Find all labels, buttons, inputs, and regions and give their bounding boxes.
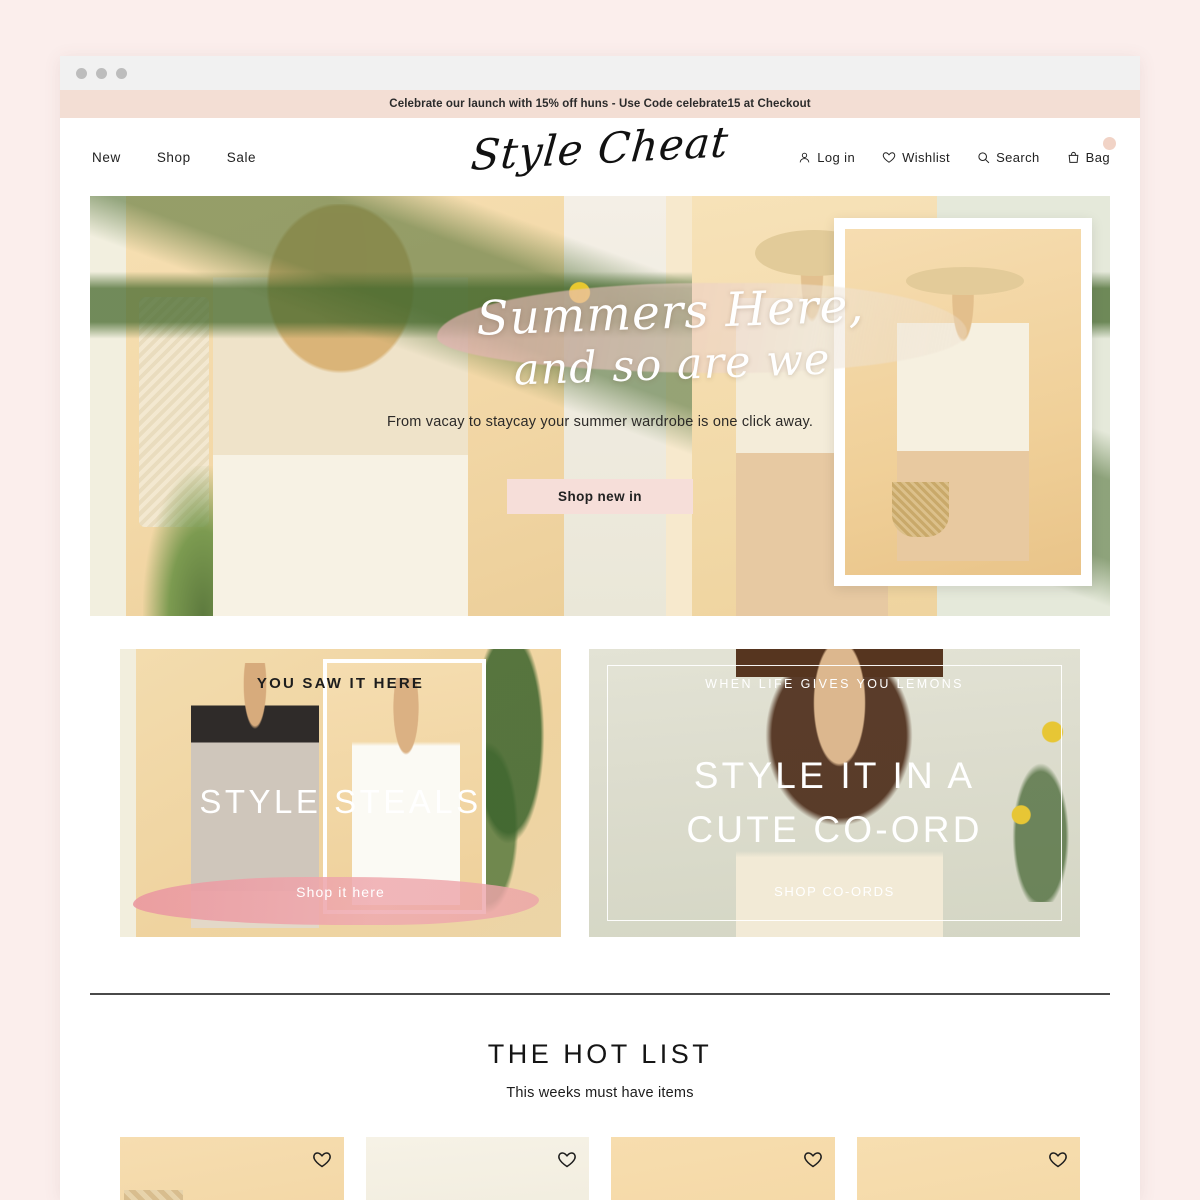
bag-link[interactable]: Bag [1067,136,1116,165]
product-card[interactable] [856,1137,1080,1200]
heart-icon[interactable] [803,1149,823,1169]
promo-section: YOU SAW IT HERE STYLE STEALS Shop it her… [120,649,1110,937]
product-card[interactable] [611,1137,835,1200]
search-icon [977,151,990,164]
utility-nav: Log in Wishlist Search Bag [798,136,1116,165]
wishlist-link[interactable]: Wishlist [882,150,950,165]
window-close-dot[interactable] [76,67,87,79]
hero-headline: Summers Here, and so are we [404,275,938,402]
heart-icon [882,150,896,164]
promo-right-title-line1: STYLE IT IN A [693,755,976,796]
heart-icon[interactable] [312,1149,332,1169]
site-header: New Shop Sale Style Cheat Log in Wishlis… [60,117,1140,196]
bag-icon [1067,151,1080,164]
product-card[interactable] [365,1137,589,1200]
hero-subtext: From vacay to staycay your summer wardro… [386,414,814,430]
product-prop-decor [124,1190,183,1200]
browser-titlebar [60,56,1140,90]
promo-right-title-line2: CUTE CO-ORD [686,808,983,850]
login-link[interactable]: Log in [798,150,855,165]
window-maximize-dot[interactable] [116,67,127,79]
promo-left-kicker: YOU SAW IT HERE [256,675,425,692]
hero-copy: Summers Here, and so are we From vacay t… [90,196,1110,616]
product-grid [120,1137,1110,1200]
promo-left-title: STYLE STEALS [199,783,482,820]
section-divider [90,993,1110,995]
promo-card-co-ord[interactable]: WHEN LIFE GIVES YOU LEMONS STYLE IT IN A… [589,649,1080,937]
wishlist-label: Wishlist [902,149,951,165]
bag-label: Bag [1085,149,1110,165]
heart-icon[interactable] [557,1149,577,1169]
promo-right-kicker: WHEN LIFE GIVES YOU LEMONS [705,677,964,691]
product-image [611,1137,835,1200]
product-card[interactable] [120,1137,344,1200]
promo-left-cta[interactable]: Shop it here [120,884,561,900]
search-label: Search [996,149,1040,165]
browser-window: Celebrate our launch with 15% off huns -… [60,56,1140,1200]
login-label: Log in [817,149,856,165]
product-image [856,1137,1080,1200]
promo-right-title: STYLE IT IN A CUTE CO-ORD [589,749,1080,856]
product-image [365,1137,589,1200]
promo-card-style-steals[interactable]: YOU SAW IT HERE STYLE STEALS Shop it her… [120,649,561,937]
hero-banner: Summers Here, and so are we From vacay t… [90,196,1110,616]
window-minimize-dot[interactable] [96,67,107,79]
bag-count-badge [1103,136,1116,150]
search-link[interactable]: Search [977,150,1040,165]
person-icon [798,151,811,164]
heart-icon[interactable] [1048,1149,1068,1169]
announcement-text: Celebrate our launch with 15% off huns -… [389,98,811,110]
promo-right-cta[interactable]: SHOP CO-ORDS [589,884,1080,899]
hero-cta-button[interactable]: Shop new in [507,479,693,514]
hot-list-title: THE HOT LIST [487,1039,713,1069]
hot-list-subtitle: This weeks must have items [506,1085,694,1101]
